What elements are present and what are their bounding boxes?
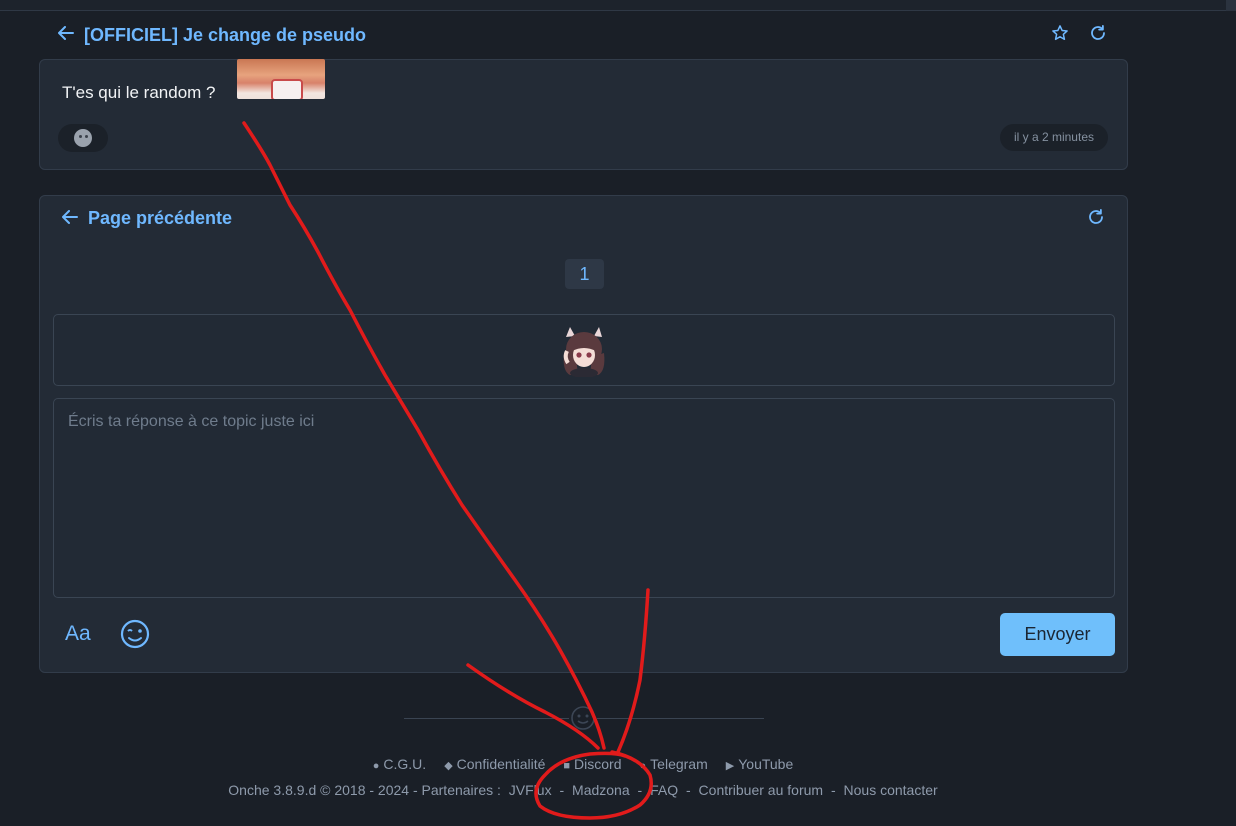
partner-link-jvflux[interactable]: JVFlux	[509, 782, 552, 798]
youtube-icon: ▶	[725, 760, 735, 772]
footer-version: Onche 3.8.9.d © 2018 - 2024 - Partenaire…	[228, 782, 501, 798]
shield-icon: ◆	[444, 760, 453, 772]
footer-link-label: Discord	[574, 756, 622, 772]
footer-link-label: C.G.U.	[383, 756, 427, 772]
footer-credits: Onche 3.8.9.d © 2018 - 2024 - Partenaire…	[0, 782, 1166, 798]
footer-link-telegram[interactable]: ● Telegram	[640, 756, 708, 772]
anime-girl-sticker[interactable]	[558, 323, 610, 377]
emoji-picker-icon[interactable]	[119, 619, 151, 649]
send-button[interactable]: Envoyer	[1000, 613, 1115, 656]
top-bar-accent	[1226, 0, 1236, 11]
footer-link-contribute[interactable]: Contribuer au forum	[699, 782, 824, 798]
partner-link-madzona[interactable]: Madzona	[572, 782, 630, 798]
topic-actions	[1050, 24, 1108, 48]
message-card: T'es qui le random ? il y a 2 minutes	[39, 59, 1128, 170]
reply-textarea[interactable]	[53, 398, 1115, 598]
footer-link-discord[interactable]: ■ Discord	[563, 756, 621, 772]
reply-card: Page précédente 1 Aa Envoyer	[39, 195, 1128, 673]
footer-links: ● C.G.U. ◆ Confidentialité ■ Discord ● Teleg…	[0, 756, 1166, 772]
footer-link-cgu[interactable]: ● C.G.U.	[373, 756, 426, 772]
smiley-icon	[74, 129, 92, 147]
sticker-picker	[53, 314, 1115, 386]
topic-header: [OFFICIEL] Je change de pseudo	[58, 20, 1118, 50]
footer-separator: -	[637, 782, 643, 798]
onche-logo-icon	[569, 705, 597, 731]
topic-title[interactable]: [OFFICIEL] Je change de pseudo	[84, 25, 366, 46]
message-text: T'es qui le random ?	[62, 83, 216, 102]
footer-separator: -	[559, 782, 565, 798]
refresh-icon[interactable]	[1086, 208, 1106, 232]
footer-separator: -	[685, 782, 691, 798]
refresh-icon[interactable]	[1088, 24, 1108, 48]
message-timestamp: il y a 2 minutes	[999, 124, 1108, 151]
discord-icon: ■	[563, 760, 571, 772]
arrow-left-icon[interactable]	[58, 25, 84, 45]
previous-page-link[interactable]: Page précédente	[62, 208, 232, 229]
footer-link-label: Confidentialité	[456, 756, 546, 772]
text-format-button[interactable]: Aa	[65, 622, 91, 646]
footer-separator: -	[830, 782, 836, 798]
arrow-left-icon	[62, 209, 88, 229]
sticker-image	[237, 59, 325, 99]
star-icon[interactable]	[1050, 24, 1070, 48]
top-bar	[0, 0, 1236, 11]
info-icon: ●	[372, 760, 380, 772]
footer-link-label: YouTube	[738, 756, 794, 772]
previous-page-label: Page précédente	[88, 208, 233, 228]
footer-link-faq[interactable]: FAQ	[650, 782, 678, 798]
footer-link-label: Telegram	[650, 756, 708, 772]
reaction-button[interactable]	[58, 124, 108, 152]
footer-link-privacy[interactable]: ◆ Confidentialité	[444, 756, 545, 772]
page-number-button[interactable]: 1	[565, 259, 604, 289]
chat-bubble-icon: ●	[639, 760, 647, 772]
footer-link-youtube[interactable]: ▶ YouTube	[726, 756, 793, 772]
footer-link-contact[interactable]: Nous contacter	[844, 782, 938, 798]
